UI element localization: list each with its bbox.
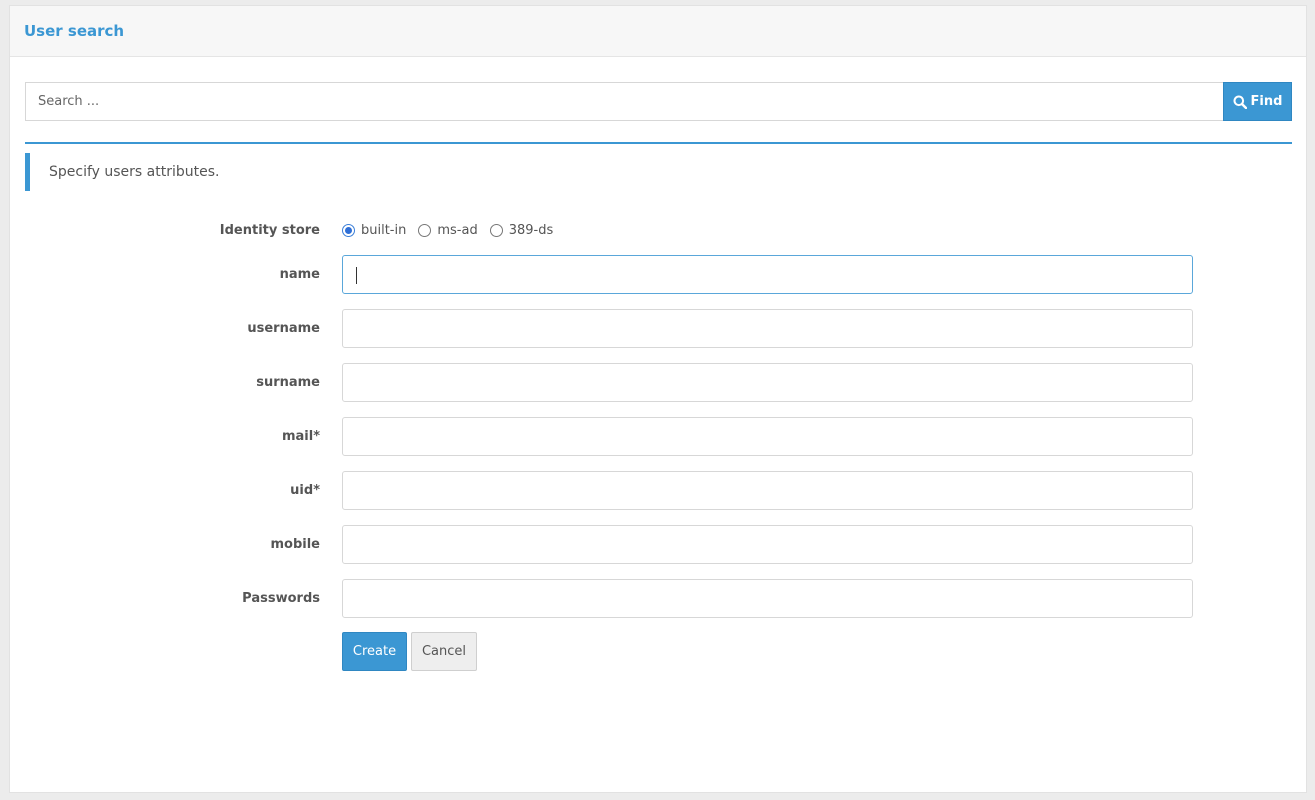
uid-label: uid*: [290, 483, 320, 498]
mail-label: mail*: [281, 429, 320, 444]
uid-row: uid*: [10, 471, 1308, 510]
surname-label: surname: [256, 375, 320, 390]
text-caret: [356, 267, 357, 284]
panel-title: User search: [24, 22, 125, 40]
identity-store-row: Identity store built-in ms-ad 389-ds: [10, 211, 1308, 250]
cancel-button[interactable]: Cancel: [411, 632, 477, 671]
radio-label-ms-ad: ms-ad: [437, 223, 478, 238]
search-input[interactable]: [25, 82, 1223, 121]
uid-field[interactable]: [342, 471, 1193, 510]
name-field[interactable]: [342, 255, 1193, 294]
panel-header: User search: [10, 6, 1306, 57]
user-search-panel: User search Find Specify users attribute…: [9, 5, 1307, 793]
surname-field[interactable]: [342, 363, 1193, 402]
find-button[interactable]: Find: [1223, 82, 1292, 121]
mail-row: mail*: [10, 417, 1308, 456]
username-field[interactable]: [342, 309, 1193, 348]
name-row: name: [10, 255, 1308, 294]
form-actions: Create Cancel: [342, 632, 477, 671]
divider: [25, 142, 1292, 144]
mobile-field[interactable]: [342, 525, 1193, 564]
passwords-field[interactable]: [342, 579, 1193, 618]
username-row: username: [10, 309, 1308, 348]
radio-option-389-ds[interactable]: 389-ds: [489, 223, 554, 238]
search-bar: Find: [25, 82, 1292, 121]
passwords-row: Passwords: [10, 579, 1308, 618]
radio-label-389-ds: 389-ds: [508, 223, 554, 238]
radio-ms-ad[interactable]: [418, 224, 432, 237]
name-label: name: [279, 267, 320, 282]
find-button-label: Find: [1250, 94, 1283, 109]
radio-option-built-in[interactable]: built-in: [342, 223, 406, 238]
radio-option-ms-ad[interactable]: ms-ad: [418, 223, 478, 238]
mail-field[interactable]: [342, 417, 1193, 456]
radio-389-ds[interactable]: [489, 224, 503, 237]
info-callout: Specify users attributes.: [25, 153, 1292, 191]
mobile-label: mobile: [270, 537, 320, 552]
passwords-label: Passwords: [242, 591, 320, 606]
mobile-row: mobile: [10, 525, 1308, 564]
username-label: username: [247, 321, 320, 336]
search-icon: [1233, 95, 1247, 109]
info-text: Specify users attributes.: [49, 164, 220, 180]
identity-store-radio-group: built-in ms-ad 389-ds: [342, 211, 553, 250]
identity-store-label: Identity store: [219, 223, 320, 238]
radio-built-in[interactable]: [342, 224, 355, 237]
surname-row: surname: [10, 363, 1308, 402]
create-button[interactable]: Create: [342, 632, 407, 671]
radio-label-built-in: built-in: [361, 223, 407, 238]
